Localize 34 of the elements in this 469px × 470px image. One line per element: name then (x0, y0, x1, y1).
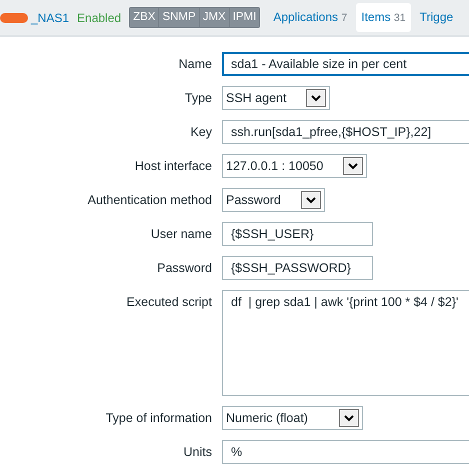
input-field[interactable]: {$SSH_PASSWORD} (222, 256, 373, 280)
field-label: Password (156, 260, 213, 277)
dropdown[interactable]: SSH agent (222, 86, 330, 110)
input-field[interactable]: {$SSH_USER} (222, 222, 373, 246)
dropdown[interactable]: 127.0.0.1 : 10050 (222, 154, 368, 178)
input-field[interactable]: % (222, 440, 469, 464)
input-field[interactable]: ssh.run[sda1_pfree,{$HOST_IP},22] (222, 120, 469, 144)
interface-tag: JMX (200, 8, 229, 28)
field-label: Units (182, 444, 213, 461)
caret-icon (300, 191, 321, 209)
host-link[interactable]: _NAS1 (31, 8, 70, 26)
nav-tab[interactable]: Items 31 (356, 3, 411, 32)
field-label: Host interface (134, 158, 213, 175)
caret-icon (343, 157, 364, 175)
field-label: Name (178, 56, 213, 73)
field-label: Type of information (104, 410, 213, 427)
interface-tag: SNMP (159, 8, 199, 28)
field-label: Authentication method (86, 192, 213, 209)
redaction-mark (0, 12, 28, 22)
script-textarea[interactable]: df | grep sda1 | awk '{print 100 * $4 / $2}' (222, 290, 469, 396)
interface-tag: IPMI (230, 8, 260, 28)
field-label: Type (184, 90, 213, 107)
field-label: Key (189, 124, 213, 141)
field-label: Executed script (126, 294, 213, 311)
nav-tab[interactable]: Trigge (414, 3, 458, 32)
caret-icon (339, 409, 359, 427)
interface-tag: ZBX (130, 8, 158, 28)
field-label: User name (150, 226, 213, 243)
nav-tab[interactable]: Applications 7 (268, 3, 352, 32)
caret-icon (306, 89, 326, 107)
host-status: Enabled (77, 10, 122, 26)
dropdown[interactable]: Numeric (float) (222, 406, 363, 430)
input-field[interactable]: sda1 - Available size in per cent (222, 52, 469, 76)
dropdown[interactable]: Password (222, 188, 325, 212)
